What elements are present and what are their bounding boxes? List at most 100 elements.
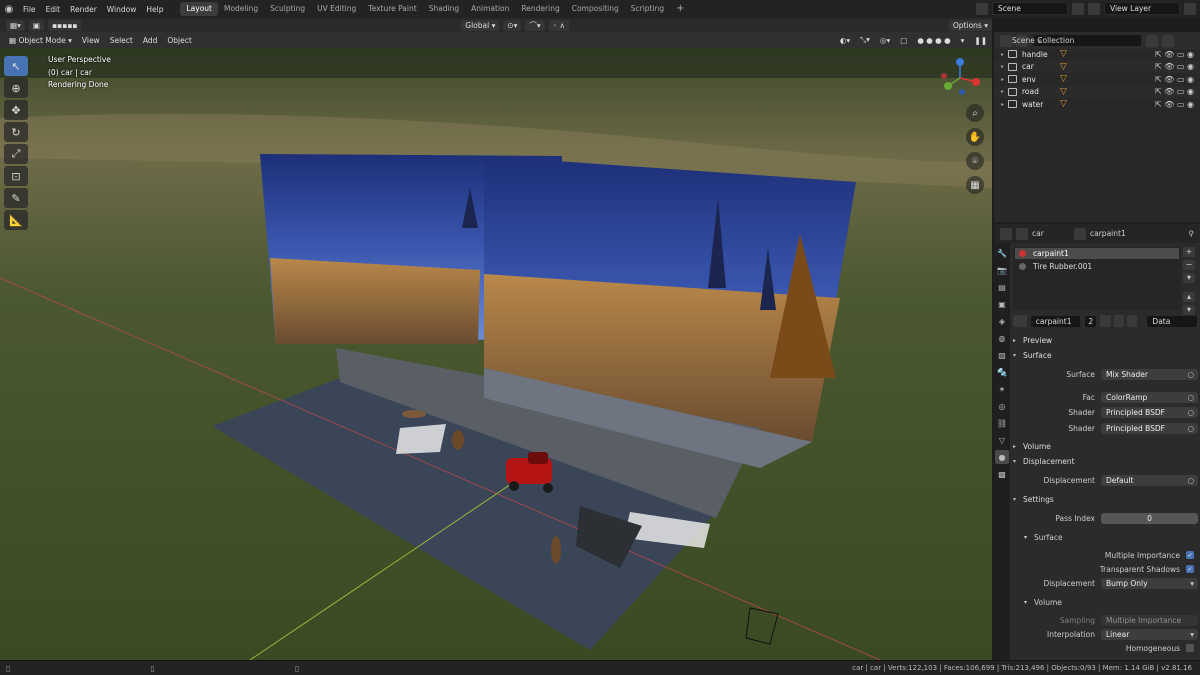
navigation-gizmo-icon[interactable] xyxy=(936,56,984,98)
settings-section[interactable]: ▾ Settings xyxy=(1013,493,1198,506)
link-dropdown[interactable]: Data xyxy=(1146,314,1198,328)
material-slot[interactable]: carpaint1 xyxy=(1015,248,1179,259)
physics-tab-icon[interactable]: ◎ xyxy=(995,399,1009,413)
homogeneous-checkbox[interactable] xyxy=(1186,644,1194,652)
surface-shader-field[interactable]: Mix Shader ○ xyxy=(1101,368,1198,380)
move-icon[interactable]: ✥ xyxy=(4,100,28,120)
object-tab-icon[interactable]: ▧ xyxy=(995,348,1009,362)
tab-sculpting[interactable]: Sculpting xyxy=(264,2,311,16)
visibility-toggles[interactable]: ⇱ 👁 ▭ ◉ xyxy=(1155,87,1194,96)
3d-viewport[interactable] xyxy=(0,48,992,660)
scale-icon[interactable]: ⤢ xyxy=(4,144,28,164)
pause-icon[interactable]: ❚❚ xyxy=(969,36,992,45)
world-tab-icon[interactable]: ◍ xyxy=(995,331,1009,345)
tab-layout[interactable]: Layout xyxy=(180,2,218,16)
material-name-field[interactable]: carpaint1 xyxy=(1029,314,1082,328)
tab-shading[interactable]: Shading xyxy=(423,2,465,16)
unlink-material-icon[interactable] xyxy=(1127,315,1138,327)
transform-orientation-dropdown[interactable]: Global ▾ xyxy=(461,19,500,31)
scene-tab-icon[interactable]: ◈ xyxy=(995,314,1009,328)
zoom-icon[interactable]: ⌕ xyxy=(966,104,984,122)
outliner-item-env[interactable]: ▸ env ▽ ⇱ 👁 ▭ ◉ xyxy=(994,73,1200,86)
modifier-tab-icon[interactable]: 🔩 xyxy=(995,365,1009,379)
tab-compositing[interactable]: Compositing xyxy=(566,2,625,16)
pivot-icon[interactable]: ⊙▾ xyxy=(503,19,522,31)
menu-edit[interactable]: Edit xyxy=(41,5,66,14)
particles-tab-icon[interactable]: ✶ xyxy=(995,382,1009,396)
expand-icon[interactable]: ▸ xyxy=(994,51,1008,58)
blender-logo-icon[interactable]: ◉ xyxy=(0,0,18,18)
new-view-layer-icon[interactable] xyxy=(1184,2,1196,15)
add-workspace-icon[interactable]: + xyxy=(670,2,690,16)
rotate-icon[interactable]: ↻ xyxy=(4,122,28,142)
volume-subpanel[interactable]: ▾ Volume xyxy=(1024,596,1194,608)
visibility-toggles[interactable]: ⇱ 👁 ▭ ◉ xyxy=(1155,75,1194,84)
add-menu[interactable]: Add xyxy=(138,36,163,45)
xray-icon[interactable]: ▢ xyxy=(895,36,912,45)
select-mode-icon[interactable]: ▣ xyxy=(28,19,44,31)
editor-type-icon[interactable] xyxy=(1000,227,1012,240)
shader1-field[interactable]: Principled BSDF ○ xyxy=(1101,406,1198,418)
material-tab-icon[interactable]: ● xyxy=(995,450,1009,464)
interpolation-dropdown[interactable]: Linear ▾ xyxy=(1101,628,1198,640)
view-layer-icon[interactable] xyxy=(1088,2,1100,15)
duplicate-material-icon[interactable] xyxy=(1113,315,1125,327)
data-tab-icon[interactable]: ▽ xyxy=(995,433,1009,447)
menu-file[interactable]: File xyxy=(18,5,41,14)
shader2-field[interactable]: Principled BSDF ○ xyxy=(1101,422,1198,434)
shading-modes[interactable]: ● ● ● ● xyxy=(912,36,955,45)
constraints-tab-icon[interactable]: ⛓ xyxy=(995,416,1009,430)
tab-animation[interactable]: Animation xyxy=(465,2,515,16)
expand-icon[interactable]: ▸ xyxy=(994,63,1008,70)
tab-modeling[interactable]: Modeling xyxy=(218,2,264,16)
overlay-toggle-icon[interactable]: ◎▾ xyxy=(875,36,895,45)
surface-section[interactable]: ▾ Surface xyxy=(1013,349,1198,362)
snap-icon[interactable]: ⌒▾ xyxy=(525,19,545,31)
menu-help[interactable]: Help xyxy=(141,5,168,14)
material-slot[interactable]: Tire Rubber.001 xyxy=(1015,261,1179,272)
fake-user-icon[interactable] xyxy=(1100,315,1111,327)
volume-section[interactable]: ▸ Volume xyxy=(1013,440,1198,453)
pin-icon[interactable]: ⚲ xyxy=(1189,229,1200,238)
slot-specials-icon[interactable]: ▾ xyxy=(1183,273,1195,283)
new-collection-icon[interactable] xyxy=(1162,34,1174,47)
render-tab-icon[interactable]: 📷 xyxy=(995,263,1009,277)
move-up-icon[interactable]: ▴ xyxy=(1183,292,1195,302)
visibility-toggles[interactable]: ⇱ 👁 ▭ ◉ xyxy=(1155,62,1194,71)
fac-field[interactable]: ColorRamp ○ xyxy=(1101,391,1198,403)
view-layer-field[interactable]: View Layer xyxy=(1104,2,1180,15)
displacement-field[interactable]: Default ○ xyxy=(1101,474,1198,486)
displacement-section[interactable]: ▾ Displacement xyxy=(1013,455,1198,468)
cursor-icon[interactable]: ⊕ xyxy=(4,78,28,98)
tool-tab-icon[interactable]: 🔧 xyxy=(995,246,1009,260)
scene-collection[interactable]: Scene Collection xyxy=(994,35,1074,47)
transparent-shadows-checkbox[interactable]: ✓ xyxy=(1186,565,1194,573)
preview-section[interactable]: ▸ Preview xyxy=(1013,334,1198,347)
select-box-icon[interactable]: ↖ xyxy=(4,56,28,76)
select-menu[interactable]: Select xyxy=(105,36,138,45)
menu-window[interactable]: Window xyxy=(102,5,142,14)
remove-slot-icon[interactable]: − xyxy=(1183,260,1195,270)
perspective-grid-icon[interactable]: ▦ xyxy=(966,176,984,194)
tab-scripting[interactable]: Scripting xyxy=(625,2,670,16)
multiple-importance-checkbox[interactable]: ✓ xyxy=(1186,551,1194,559)
visibility-toggles[interactable]: ⇱ 👁 ▭ ◉ xyxy=(1155,100,1194,109)
outliner-item-car[interactable]: ▸ car ▽ ⇱ 👁 ▭ ◉ xyxy=(994,60,1200,73)
tab-rendering[interactable]: Rendering xyxy=(515,2,565,16)
material-users-count[interactable]: 2 xyxy=(1084,314,1098,328)
annotate-icon[interactable]: ✎ xyxy=(4,188,28,208)
tab-uv-editing[interactable]: UV Editing xyxy=(311,2,362,16)
scene-field[interactable]: Scene xyxy=(992,2,1068,15)
proportional-edit-icon[interactable]: ◦ ∧ xyxy=(548,19,569,31)
view-menu[interactable]: View xyxy=(77,36,105,45)
texture-tab-icon[interactable]: ▩ xyxy=(995,467,1009,481)
expand-icon[interactable]: ▸ xyxy=(994,76,1008,83)
add-slot-icon[interactable]: + xyxy=(1183,247,1195,257)
expand-icon[interactable]: ▸ xyxy=(994,88,1008,95)
tab-texture-paint[interactable]: Texture Paint xyxy=(362,2,422,16)
outliner-item-handle[interactable]: ▸ handle ▽ ⇱ 👁 ▭ ◉ xyxy=(994,48,1200,61)
scene-icon[interactable] xyxy=(976,2,988,15)
shading-options-icon[interactable]: ▾ xyxy=(956,36,970,45)
filter-icon[interactable] xyxy=(1146,34,1158,47)
visibility-toggles[interactable]: ⇱ 👁 ▭ ◉ xyxy=(1155,50,1194,59)
